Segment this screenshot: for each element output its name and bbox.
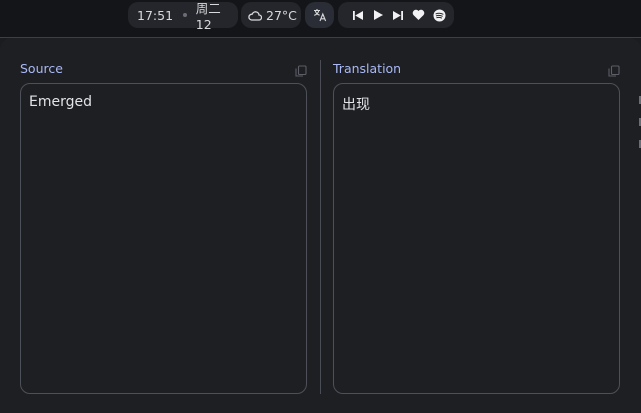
clock-time: 17:51: [137, 7, 174, 23]
source-textarea[interactable]: Emerged: [20, 83, 307, 394]
skip-previous-icon[interactable]: [352, 10, 364, 21]
media-controls: [338, 2, 454, 28]
source-text: Emerged: [29, 94, 92, 110]
translation-output: 出现: [333, 83, 620, 394]
clock-date: 周二 12: [195, 1, 221, 32]
translate-icon: [313, 8, 327, 22]
heart-icon[interactable]: [412, 9, 425, 21]
copy-icon[interactable]: [295, 62, 307, 77]
column-divider: [320, 60, 321, 394]
separator-dot: [183, 13, 187, 17]
translation-text: 出现: [342, 97, 370, 113]
weather-temperature: 27°C: [266, 7, 297, 23]
skip-next-icon[interactable]: [392, 10, 404, 21]
spotify-icon[interactable]: [433, 9, 446, 22]
weather-widget[interactable]: 27°C: [241, 2, 301, 28]
source-label: Source: [20, 61, 63, 76]
copy-icon[interactable]: [608, 62, 620, 77]
translate-button[interactable]: [305, 2, 334, 28]
play-icon[interactable]: [372, 9, 384, 21]
top-bar: 17:51 周二 12 27°C: [0, 0, 641, 38]
cloud-icon: [248, 10, 262, 21]
clock-widget[interactable]: 17:51 周二 12: [128, 1, 238, 32]
translation-label: Translation: [333, 61, 402, 76]
